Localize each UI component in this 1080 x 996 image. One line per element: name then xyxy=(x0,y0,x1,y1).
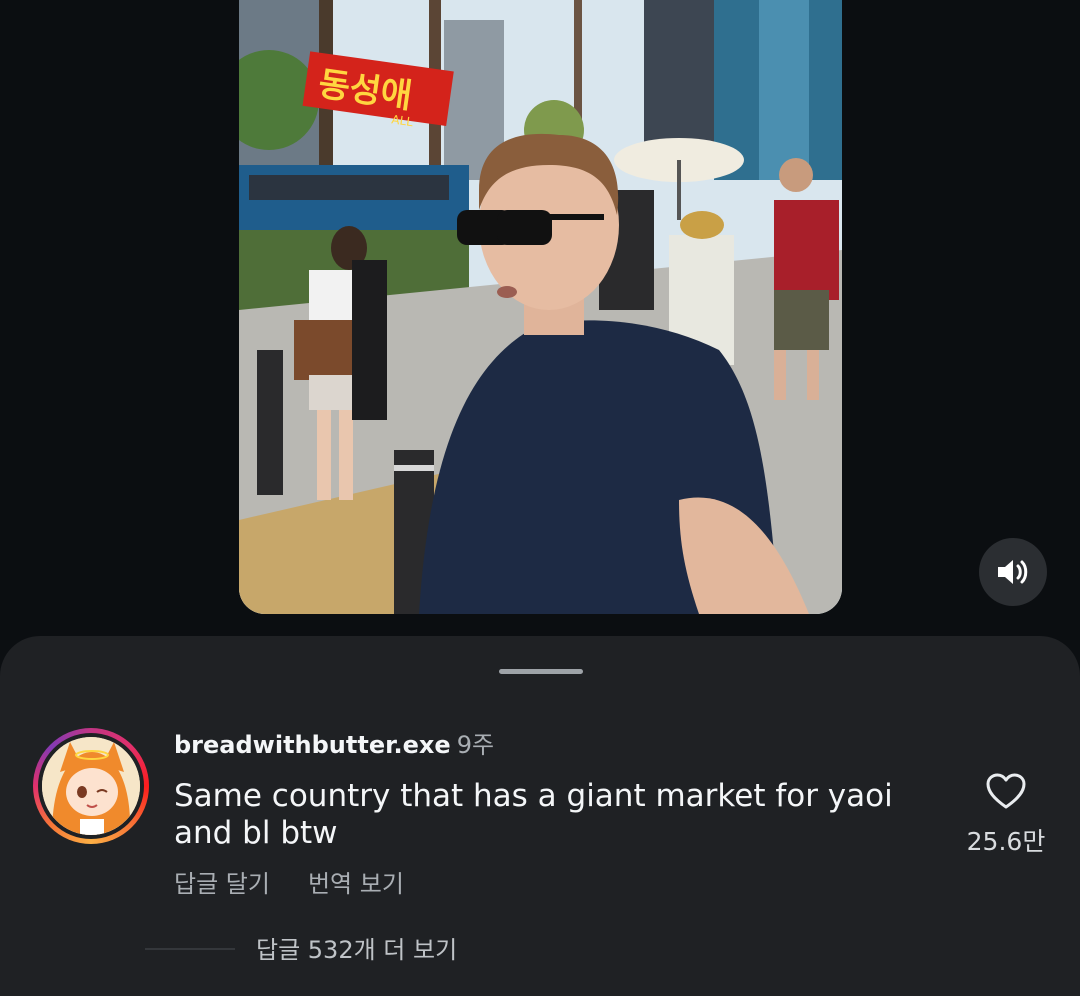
reply-button[interactable]: 답글 달기 xyxy=(174,870,270,898)
view-more-replies-button[interactable]: 답글 532개 더 보기 xyxy=(256,930,457,965)
heart-outline-icon[interactable] xyxy=(985,772,1027,810)
sheet-drag-handle[interactable] xyxy=(499,669,583,674)
replies-divider xyxy=(145,948,235,950)
like-count: 25.6만 xyxy=(966,827,1046,856)
translate-button[interactable]: 번역 보기 xyxy=(308,870,404,898)
comment-header: breadwithbutter.exe 9주 xyxy=(174,728,494,762)
comment-time: 9주 xyxy=(456,731,495,759)
sound-toggle-button[interactable] xyxy=(979,538,1047,606)
speaker-on-icon xyxy=(998,560,1028,584)
video-frame[interactable]: 동성애 ALL xyxy=(239,0,842,614)
video-area[interactable]: 동성애 ALL xyxy=(0,0,1080,640)
comment-actions: 답글 달기 번역 보기 xyxy=(174,864,442,899)
anime-avatar-image xyxy=(42,737,140,835)
video-still: 동성애 ALL xyxy=(239,0,842,614)
user-avatar[interactable] xyxy=(33,728,149,844)
comment-text: Same country that has a giant market for… xyxy=(174,778,893,851)
comment-username[interactable]: breadwithbutter.exe xyxy=(174,731,451,759)
